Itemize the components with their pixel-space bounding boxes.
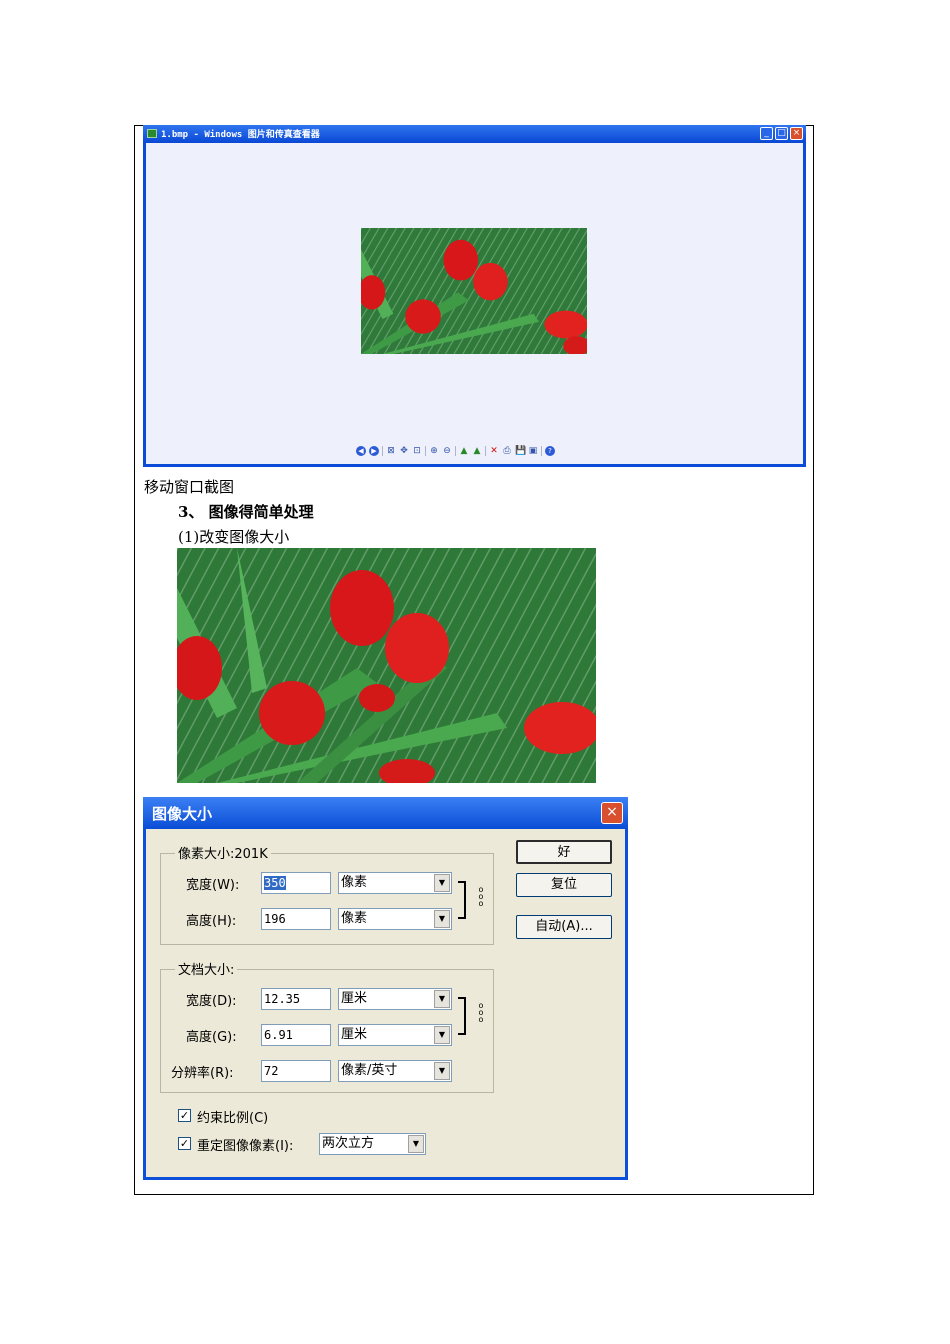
slideshow-icon[interactable]: ⊡: [412, 446, 422, 456]
document-height-label: 高度(G):: [186, 1030, 237, 1045]
dialog-title: 图像大小: [152, 805, 213, 823]
edit-icon[interactable]: ▣: [528, 446, 538, 456]
chevron-down-icon[interactable]: ▼: [408, 1135, 424, 1153]
pixel-width-input[interactable]: 350: [261, 872, 331, 894]
pixel-height-input[interactable]: 196: [261, 908, 331, 930]
viewer-title-bar: 1.bmp - Windows 图片和传真查看器 _ □ ×: [143, 125, 806, 143]
resolution-unit-value: 像素/英寸: [341, 1063, 398, 1078]
chevron-down-icon[interactable]: ▼: [434, 1026, 450, 1044]
toolbar-separator: [485, 446, 486, 456]
subsection-heading: (1)改变图像大小: [178, 528, 290, 546]
reset-button[interactable]: 复位: [516, 873, 612, 897]
chain-link-icon: ooo: [478, 885, 484, 908]
pixel-height-label: 高度(H):: [186, 914, 237, 929]
document-height-unit-select[interactable]: 厘米 ▼: [338, 1024, 452, 1046]
pixel-dimensions-label: 像素大小:201K: [175, 843, 271, 862]
zoom-out-icon[interactable]: ⊖: [442, 446, 452, 456]
caption-text: 移动窗口截图: [144, 478, 235, 496]
constrain-proportions-checkbox[interactable]: ✓: [178, 1109, 191, 1122]
close-icon[interactable]: ×: [601, 802, 623, 824]
image-file-icon: [147, 129, 157, 138]
next-image-icon[interactable]: ▶: [369, 446, 379, 456]
pixel-width-label: 宽度(W):: [186, 878, 240, 893]
viewer-canvas: ◀ ▶ ⊠ ✥ ⊡ ⊕ ⊖ ▲ ▲ ✕ ⎙ 💾 ▣ ?: [146, 143, 803, 464]
constrain-bracket: [458, 881, 466, 919]
chain-link-icon: ooo: [478, 1001, 484, 1024]
ok-button[interactable]: 好: [516, 840, 612, 864]
resolution-input[interactable]: 72: [261, 1060, 331, 1082]
save-icon[interactable]: 💾: [515, 446, 526, 456]
maximize-button[interactable]: □: [775, 127, 788, 140]
image-size-dialog: 图像大小 × 像素大小:201K 宽度(W): 350 像素 ▼ 高度(H): …: [143, 797, 628, 1180]
auto-button[interactable]: 自动(A)...: [516, 915, 612, 939]
document-width-unit-select[interactable]: 厘米 ▼: [338, 988, 452, 1010]
pixel-height-unit-value: 像素: [341, 911, 368, 926]
constrain-bracket: [458, 997, 466, 1035]
dialog-body: 像素大小:201K 宽度(W): 350 像素 ▼ 高度(H): 196 像素 …: [146, 829, 625, 1177]
document-height-input[interactable]: 6.91: [261, 1024, 331, 1046]
chevron-down-icon[interactable]: ▼: [434, 910, 450, 928]
toolbar-separator: [425, 446, 426, 456]
chevron-down-icon[interactable]: ▼: [434, 990, 450, 1008]
print-icon[interactable]: ⎙: [502, 446, 512, 456]
minimize-button[interactable]: _: [760, 127, 773, 140]
zoom-in-icon[interactable]: ⊕: [429, 446, 439, 456]
constrain-proportions-label: 约束比例(C): [197, 1111, 269, 1126]
pixel-width-unit-value: 像素: [341, 875, 368, 890]
resolution-unit-select[interactable]: 像素/英寸 ▼: [338, 1060, 452, 1082]
resample-method-select[interactable]: 两次立方 ▼: [319, 1133, 426, 1155]
previous-image-icon[interactable]: ◀: [356, 446, 366, 456]
toolbar-separator: [541, 446, 542, 456]
rotate-clockwise-icon[interactable]: ▲: [459, 446, 469, 456]
toolbar-separator: [382, 446, 383, 456]
resample-image-label: 重定图像像素(I):: [197, 1139, 294, 1154]
close-button[interactable]: ×: [790, 127, 803, 140]
actual-size-icon[interactable]: ✥: [399, 446, 409, 456]
tulip-thumbnail-image: [361, 228, 587, 354]
document-size-label: 文档大小:: [175, 959, 238, 978]
section-heading: 3、 图像得简单处理: [178, 503, 314, 521]
viewer-title: 1.bmp - Windows 图片和传真查看器: [161, 130, 320, 140]
pixel-width-unit-select[interactable]: 像素 ▼: [338, 872, 452, 894]
document-height-unit-value: 厘米: [341, 1027, 368, 1042]
document-width-unit-value: 厘米: [341, 991, 368, 1006]
picture-viewer-window: 1.bmp - Windows 图片和传真查看器 _ □ × ◀ ▶ ⊠ ✥ ⊡…: [143, 125, 806, 467]
rotate-counterclockwise-icon[interactable]: ▲: [472, 446, 482, 456]
best-fit-icon[interactable]: ⊠: [386, 446, 396, 456]
viewer-toolbar: ◀ ▶ ⊠ ✥ ⊡ ⊕ ⊖ ▲ ▲ ✕ ⎙ 💾 ▣ ?: [356, 445, 555, 457]
tulip-image: [177, 548, 596, 783]
pixel-dimensions-group: [160, 853, 494, 945]
resample-image-checkbox[interactable]: ✓: [178, 1137, 191, 1150]
help-icon[interactable]: ?: [545, 446, 555, 456]
document-width-input[interactable]: 12.35: [261, 988, 331, 1010]
chevron-down-icon[interactable]: ▼: [434, 874, 450, 892]
dialog-title-bar: 图像大小 ×: [143, 797, 628, 829]
resample-method-value: 两次立方: [322, 1136, 375, 1151]
resolution-label: 分辨率(R):: [171, 1066, 234, 1081]
chevron-down-icon[interactable]: ▼: [434, 1062, 450, 1080]
document-width-label: 宽度(D):: [186, 994, 237, 1009]
pixel-height-unit-select[interactable]: 像素 ▼: [338, 908, 452, 930]
toolbar-separator: [455, 446, 456, 456]
delete-icon[interactable]: ✕: [489, 446, 499, 456]
